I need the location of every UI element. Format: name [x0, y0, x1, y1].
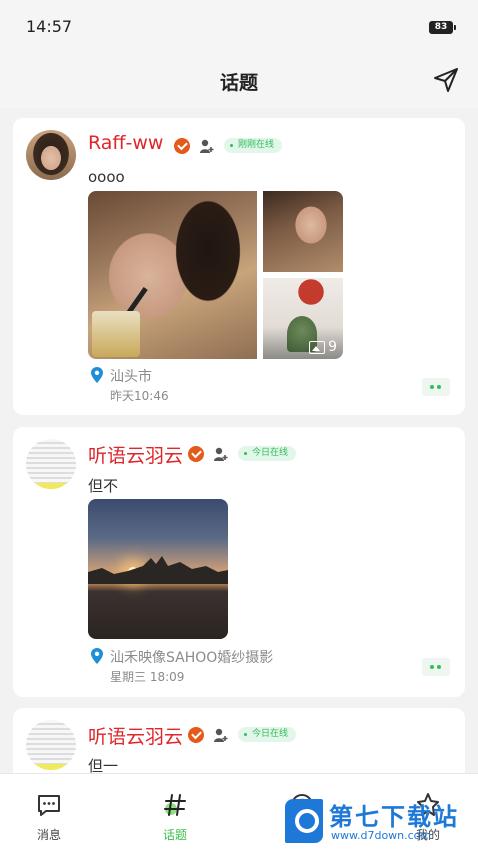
- more-options-button[interactable]: [422, 378, 450, 396]
- avatar[interactable]: [26, 720, 76, 770]
- post-image[interactable]: [88, 191, 257, 359]
- image-count-value: 9: [328, 339, 337, 355]
- online-status-badge: 今日在线: [238, 446, 297, 461]
- feed-list[interactable]: Raff-ww 刚刚在线 oooo 9 汕头市 昨天10:46 听语云羽云 今日…: [13, 118, 465, 773]
- send-icon[interactable]: [432, 66, 460, 94]
- username[interactable]: 听语云羽云: [88, 722, 183, 749]
- avatar[interactable]: [26, 130, 76, 180]
- chat-icon: [38, 795, 60, 816]
- follow-icon[interactable]: [213, 727, 229, 743]
- post-image[interactable]: [88, 499, 228, 639]
- nav-item-messages[interactable]: 消息: [9, 774, 89, 850]
- location-pin-icon: [91, 367, 103, 383]
- page-title: 话题: [219, 72, 258, 94]
- post-time: 昨天10:46: [110, 389, 169, 403]
- watermark-title: 第七下载站: [329, 803, 459, 831]
- post-time: 星期三 18:09: [110, 670, 185, 684]
- post-location[interactable]: 汕头市: [110, 366, 152, 386]
- status-bar: 14:57 83: [0, 0, 478, 52]
- battery-icon: 83: [429, 21, 456, 34]
- image-icon: [309, 340, 326, 354]
- post-image[interactable]: 9: [263, 278, 343, 359]
- verified-icon: [174, 138, 190, 154]
- watermark: 第七下载站 www.d7down.com: [283, 795, 473, 847]
- status-time: 14:57: [26, 17, 73, 36]
- post-image[interactable]: [263, 191, 343, 272]
- post-text: 但不: [88, 477, 119, 495]
- nav-label: 消息: [36, 828, 61, 842]
- verified-icon: [188, 446, 204, 462]
- hashtag-icon: [164, 794, 186, 816]
- post-card[interactable]: 听语云羽云 今日在线 但一: [13, 708, 465, 773]
- nav-item-topics[interactable]: 话题: [135, 774, 215, 850]
- image-count: 9: [309, 339, 337, 355]
- nav-label: 话题: [162, 828, 187, 842]
- post-card[interactable]: Raff-ww 刚刚在线 oooo 9 汕头市 昨天10:46: [13, 118, 465, 415]
- follow-icon[interactable]: [199, 138, 215, 154]
- username[interactable]: 听语云羽云: [88, 441, 183, 468]
- watermark-logo-icon: [285, 799, 323, 843]
- follow-icon[interactable]: [213, 446, 229, 462]
- post-card[interactable]: 听语云羽云 今日在线 但不 汕禾映像SAHOO婚纱摄影 星期三 18:09: [13, 427, 465, 697]
- header: 话题: [0, 52, 478, 108]
- post-location[interactable]: 汕禾映像SAHOO婚纱摄影: [110, 647, 273, 667]
- avatar[interactable]: [26, 439, 76, 489]
- more-options-button[interactable]: [422, 658, 450, 676]
- username[interactable]: Raff-ww: [88, 132, 163, 154]
- location-pin-icon: [91, 648, 103, 664]
- verified-icon: [188, 727, 204, 743]
- watermark-url: www.d7down.com: [331, 829, 432, 842]
- online-status-badge: 今日在线: [238, 727, 297, 742]
- online-status-badge: 刚刚在线: [224, 138, 283, 153]
- post-text: 但一: [88, 757, 119, 773]
- post-text: oooo: [88, 168, 125, 186]
